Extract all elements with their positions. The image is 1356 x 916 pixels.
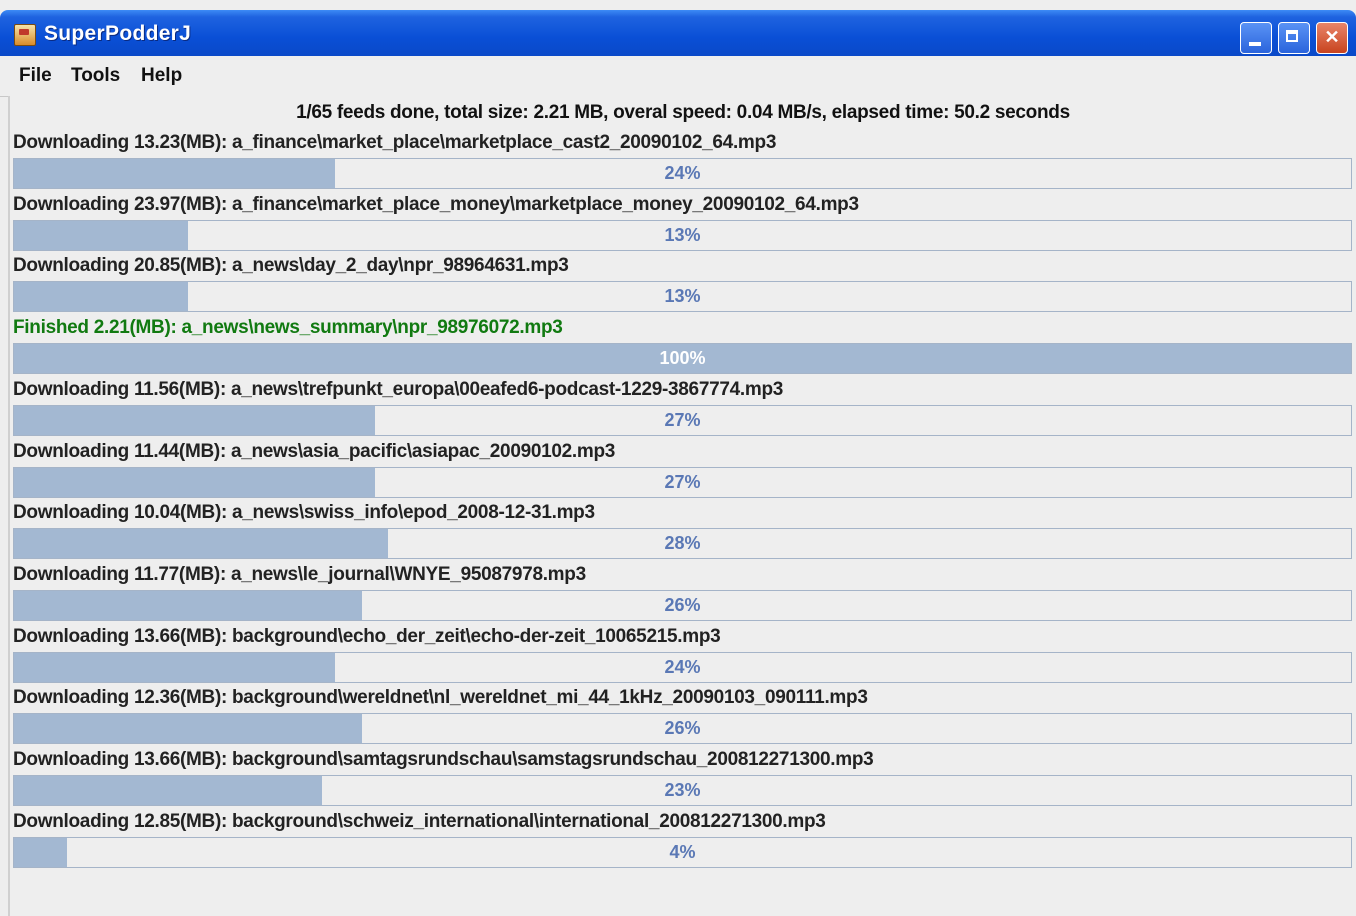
download-label: Downloading 13.66(MB): background\samtag… (13, 749, 874, 770)
download-label: Downloading 13.66(MB): background\echo_d… (13, 625, 721, 647)
progress-percent: 28% (664, 533, 701, 554)
minimize-icon (1249, 42, 1261, 46)
status-summary: 1/65 feeds done, total size: 2.21 MB, ov… (296, 102, 1070, 123)
progress-percent: 100% (659, 348, 706, 369)
download-label: Finished 2.21(MB): a_news\news_summary\n… (13, 317, 563, 339)
progress-percent: 27% (664, 409, 701, 430)
progress-bar: 100% (13, 343, 1352, 375)
download-item: Downloading 13.66(MB): background\echo_d… (10, 624, 1356, 686)
menu-bar: File Tools Help (0, 56, 1356, 97)
minimize-button[interactable] (1240, 22, 1272, 54)
download-item: Downloading 12.36(MB): background\wereld… (10, 685, 1356, 747)
download-item: Downloading 11.77(MB): a_news\le_journal… (10, 562, 1356, 624)
progress-percent: 23% (664, 780, 701, 800)
download-item: Downloading 20.85(MB): a_news\day_2_day\… (10, 253, 1356, 315)
download-item: Downloading 13.66(MB): background\samtag… (10, 747, 1356, 809)
download-item: Downloading 11.44(MB): a_news\asia_pacif… (10, 439, 1356, 501)
progress-bar: 26% (13, 713, 1352, 745)
menu-file[interactable]: File (19, 65, 52, 87)
progress-percent: 13% (664, 286, 701, 307)
download-label: Downloading 11.77(MB): a_news\le_journal… (13, 563, 586, 585)
download-label: Downloading 11.44(MB): a_news\asia_pacif… (13, 440, 616, 462)
progress-percent: 26% (664, 718, 701, 739)
progress-percent: 13% (664, 224, 701, 245)
progress-percent: 27% (664, 471, 701, 492)
progress-bar: 26% (13, 589, 1352, 621)
progress-percent: 24% (664, 656, 701, 677)
download-item: Downloading 11.56(MB): a_news\trefpunkt_… (10, 377, 1356, 439)
maximize-button[interactable] (1278, 22, 1310, 54)
java-app-icon[interactable] (14, 24, 36, 46)
progress-percent: 24% (664, 163, 701, 183)
download-label: Downloading 20.85(MB): a_news\day_2_day\… (13, 255, 569, 277)
download-item: Downloading 10.04(MB): a_news\swiss_info… (10, 500, 1356, 562)
maximize-icon (1286, 30, 1298, 42)
progress-bar: 23% (13, 775, 1352, 806)
download-item: Downloading 12.85(MB): background\schwei… (10, 809, 1356, 871)
progress-bar: 27% (13, 466, 1352, 498)
app-window: SuperPodderJ ✕ File Tools Help 1/65 feed… (0, 0, 1356, 916)
close-icon: ✕ (1324, 27, 1340, 47)
download-label: Downloading 10.04(MB): a_news\swiss_info… (13, 502, 595, 524)
progress-bar: 13% (13, 219, 1352, 251)
progress-bar: 4% (13, 836, 1352, 868)
download-label: Downloading 12.36(MB): background\wereld… (13, 687, 868, 709)
download-item: Downloading 23.97(MB): a_finance\market_… (10, 192, 1356, 254)
progress-percent: 26% (664, 594, 701, 615)
menu-help[interactable]: Help (141, 65, 182, 87)
download-panel: 1/65 feeds done, total size: 2.21 MB, ov… (8, 96, 1356, 916)
menu-tools[interactable]: Tools (71, 65, 120, 87)
progress-percent: 4% (669, 841, 696, 862)
title-bar[interactable]: SuperPodderJ ✕ (0, 10, 1356, 56)
download-label: Downloading 23.97(MB): a_finance\market_… (13, 193, 859, 215)
progress-bar: 13% (13, 281, 1352, 313)
download-label: Downloading 13.23(MB): a_finance\market_… (13, 132, 777, 153)
progress-bar: 24% (13, 158, 1352, 189)
close-button[interactable]: ✕ (1316, 22, 1348, 54)
progress-bar: 27% (13, 404, 1352, 436)
progress-bar: 24% (13, 651, 1352, 683)
progress-bar: 28% (13, 528, 1352, 560)
download-label: Downloading 11.56(MB): a_news\trefpunkt_… (13, 378, 784, 400)
download-item: Downloading 13.23(MB): a_finance\market_… (10, 130, 1356, 192)
download-label: Downloading 12.85(MB): background\schwei… (13, 810, 826, 832)
download-item: Finished 2.21(MB): a_news\news_summary\n… (10, 315, 1356, 377)
window-title: SuperPodderJ (44, 22, 192, 45)
